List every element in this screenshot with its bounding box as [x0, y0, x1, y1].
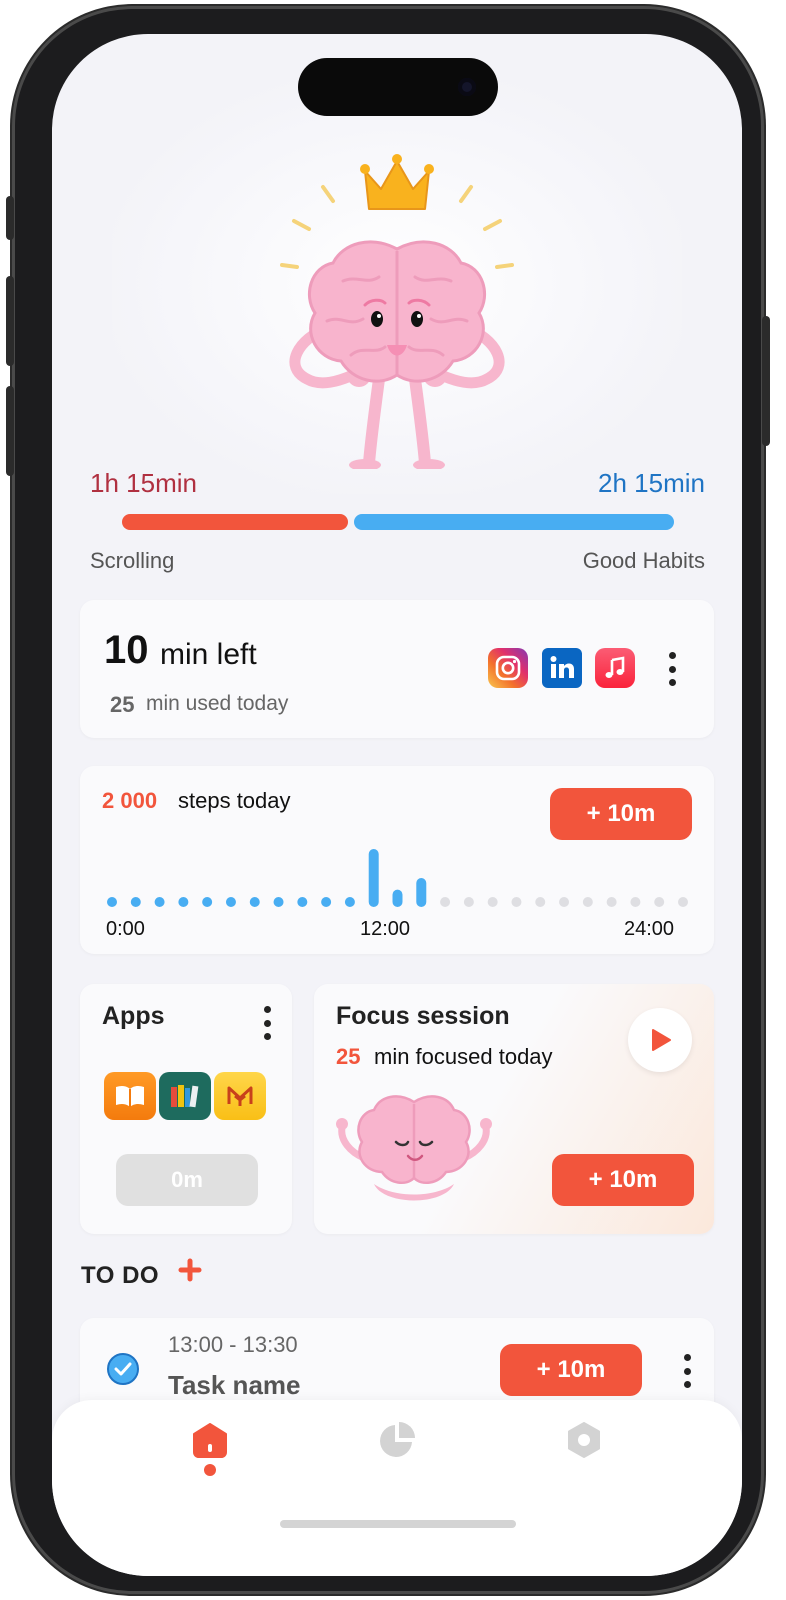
mymind-icon[interactable] — [214, 1072, 266, 1120]
tab-stats[interactable] — [367, 1410, 427, 1470]
steps-dot — [535, 897, 546, 907]
good-habits-label: Good Habits — [582, 548, 705, 573]
instagram-icon[interactable] — [488, 648, 528, 688]
add-todo-plus-icon[interactable] — [178, 1258, 202, 1282]
steps-dot — [154, 897, 165, 907]
limit-card-menu-icon[interactable] — [667, 652, 677, 686]
steps-dot — [678, 897, 688, 907]
steps-dot — [654, 897, 665, 907]
scrolling-label: Scrolling — [90, 548, 175, 573]
meditating-brain-illustration — [336, 1095, 492, 1201]
tab-settings[interactable] — [554, 1410, 614, 1470]
focus-minutes-value: 25 — [336, 1044, 361, 1069]
phone-frame: 1h 15min 2h 15min Scrolling Good Habits … — [6, 6, 770, 1594]
good-habits-progress-bar — [354, 514, 674, 530]
tick-label-start: 0:00 — [106, 918, 145, 940]
tick-label-end: 24:00 — [624, 918, 675, 940]
steps-dot — [107, 897, 117, 907]
minutes-used-label: min used today — [146, 692, 289, 715]
focus-minutes-label: min focused today — [374, 1044, 553, 1069]
library-icon[interactable] — [159, 1072, 211, 1120]
focus-session-card[interactable]: Focus session 25 min focused today + 10m — [314, 984, 714, 1234]
dynamic-island — [298, 58, 498, 116]
todo-section-title: TO DO — [81, 1262, 160, 1289]
steps-dot — [178, 897, 189, 907]
steps-card: 2 000 steps today + 10m 0:00 12:00 24:00 — [80, 766, 714, 954]
task-name: Task name — [168, 1370, 301, 1400]
steps-dot — [630, 897, 641, 907]
home-indicator — [280, 1520, 516, 1528]
steps-dot — [463, 897, 474, 907]
focus-title: Focus session — [336, 1002, 510, 1030]
steps-dot — [511, 897, 522, 907]
active-tab-indicator — [204, 1464, 216, 1476]
steps-dot — [344, 897, 355, 907]
books-icon[interactable] — [104, 1072, 156, 1120]
good-habits-time: 2h 15min — [598, 468, 705, 498]
steps-dot — [130, 897, 141, 907]
steps-dot — [297, 897, 308, 907]
camera-icon — [458, 78, 476, 96]
music-icon[interactable] — [595, 648, 635, 688]
pie-chart-icon — [380, 1422, 415, 1457]
tick-label-mid: 12:00 — [360, 918, 411, 940]
phone-volume-down — [6, 386, 14, 476]
steps-dot — [582, 897, 593, 907]
steps-dot — [487, 897, 498, 907]
apps-card-menu-icon[interactable] — [262, 1006, 272, 1040]
minutes-used-value: 25 — [110, 692, 135, 717]
steps-dot — [606, 897, 617, 907]
task-time: 13:00 - 13:30 — [168, 1332, 298, 1357]
settings-icon — [568, 1422, 600, 1458]
steps-dot — [249, 897, 260, 907]
task-menu-icon[interactable] — [682, 1354, 692, 1388]
apps-card[interactable]: Apps 0m — [80, 984, 292, 1234]
steps-bar — [392, 889, 403, 907]
steps-bar — [368, 849, 379, 907]
minutes-left-label: min left — [160, 638, 257, 671]
minutes-left-value: 10 — [104, 628, 149, 672]
steps-bar — [416, 878, 427, 907]
brain-mascot-illustration — [280, 154, 514, 469]
scrolling-time: 1h 15min — [90, 468, 197, 498]
apps-time-pill[interactable]: 0m — [116, 1154, 258, 1206]
time-limit-card[interactable]: 10 min left 25 min used today — [80, 600, 714, 738]
apps-title: Apps — [102, 1002, 165, 1030]
bottom-tab-bar — [52, 1400, 742, 1576]
play-icon — [652, 1029, 671, 1051]
steps-dot — [559, 897, 570, 907]
steps-dot — [202, 897, 213, 907]
phone-volume-up — [6, 276, 14, 366]
linkedin-icon[interactable] — [542, 648, 582, 688]
scrolling-progress-bar — [122, 514, 348, 530]
steps-dot — [225, 897, 236, 907]
home-icon — [193, 1423, 227, 1458]
phone-power-button — [762, 316, 770, 446]
steps-dot — [440, 897, 451, 907]
focus-add-time-button[interactable]: + 10m — [552, 1154, 694, 1206]
play-button[interactable] — [628, 1008, 692, 1072]
phone-action-button — [6, 196, 14, 240]
task-checkbox-checked-icon[interactable] — [106, 1352, 140, 1386]
task-add-time-button[interactable]: + 10m — [500, 1344, 642, 1396]
steps-dot — [321, 897, 332, 907]
steps-dot — [273, 897, 284, 907]
tab-home[interactable] — [180, 1410, 240, 1470]
app-screen: 1h 15min 2h 15min Scrolling Good Habits … — [52, 34, 742, 1576]
